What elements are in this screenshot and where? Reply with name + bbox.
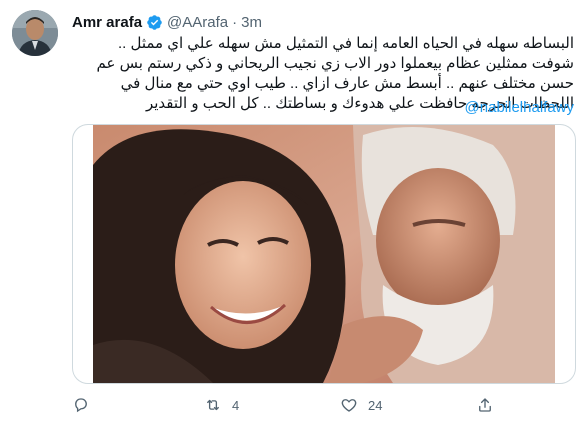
tweet-actions: 4 24 <box>72 394 512 416</box>
reply-button[interactable] <box>72 394 100 416</box>
verified-badge-icon <box>147 14 162 30</box>
share-button[interactable] <box>476 394 494 416</box>
heart-icon <box>341 399 357 412</box>
tweet-text-line: شوفت ممثلين عظام بيعملوا دور الاب زي نجي… <box>96 55 575 72</box>
retweet-button[interactable]: 4 <box>204 394 239 416</box>
author-avatar[interactable] <box>12 10 58 56</box>
media-photo <box>93 125 555 383</box>
tweet-text-line: البساطه سهله في الحياه العامه إنما في ال… <box>117 35 574 52</box>
retweet-count: 4 <box>232 397 240 413</box>
author-handle[interactable]: @AArafa <box>167 14 228 31</box>
like-count: 24 <box>368 397 383 413</box>
reply-icon <box>75 398 87 413</box>
tweet-timestamp[interactable]: 3m <box>241 14 262 31</box>
avatar-photo <box>12 10 58 56</box>
share-icon <box>479 398 491 412</box>
tweet-header: Amr arafa @AArafa · 3m <box>72 12 262 32</box>
retweet-icon <box>207 399 219 411</box>
tweet-media[interactable] <box>72 124 576 384</box>
separator-dot: · <box>232 13 238 31</box>
mention-link[interactable]: @nabilelhalfawy <box>72 98 574 118</box>
tweet[interactable]: Amr arafa @AArafa · 3m البساطه سهله في ا… <box>0 0 588 422</box>
tweet-text-line: حسن مختلف عنهم .. أبسط مش عارف ازاي .. ط… <box>120 75 574 92</box>
like-button[interactable]: 24 <box>340 394 382 416</box>
author-name[interactable]: Amr arafa <box>72 14 142 31</box>
